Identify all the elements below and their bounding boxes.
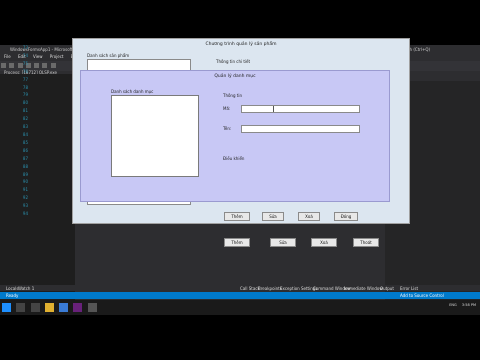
product-info-label: Thông tin chi tiết bbox=[216, 59, 251, 64]
line-number: 79 bbox=[22, 92, 28, 98]
tab-output[interactable]: Output bbox=[380, 286, 394, 291]
line-number: 89 bbox=[22, 171, 28, 177]
tab-exception-settings[interactable]: Exception Settings bbox=[280, 286, 317, 291]
tab-immediate-window[interactable]: Immediate Window bbox=[344, 286, 383, 291]
line-number: 93 bbox=[22, 203, 28, 209]
search-icon[interactable] bbox=[16, 303, 26, 312]
menu-view[interactable]: View bbox=[33, 54, 43, 59]
line-number: 74 bbox=[22, 52, 28, 58]
line-number: 80 bbox=[22, 100, 28, 106]
line-number: 86 bbox=[22, 147, 28, 153]
start-icon[interactable] bbox=[2, 303, 11, 312]
line-number: 77 bbox=[22, 76, 28, 82]
menu-file[interactable]: File bbox=[4, 54, 11, 59]
source-control-button[interactable]: Add to Source Control bbox=[400, 293, 444, 298]
line-number: 85 bbox=[22, 139, 28, 145]
tab-call-stack[interactable]: Call Stack bbox=[240, 286, 260, 291]
line-number: 78 bbox=[22, 84, 28, 90]
delete-category-button[interactable]: Xoá bbox=[298, 212, 320, 221]
line-number: 75 bbox=[22, 60, 28, 66]
text-caret bbox=[273, 106, 274, 112]
id-input[interactable] bbox=[241, 105, 360, 113]
edit-product-button[interactable]: Sửa bbox=[270, 238, 296, 247]
windows-taskbar: ENG 3:58 PM bbox=[0, 300, 480, 315]
status-text: Ready bbox=[6, 293, 19, 298]
line-number: 90 bbox=[22, 179, 28, 185]
line-number: 83 bbox=[22, 124, 28, 130]
delete-product-button[interactable]: Xoá bbox=[311, 238, 337, 247]
name-input[interactable] bbox=[241, 125, 360, 133]
add-category-button[interactable]: Thêm bbox=[224, 212, 250, 221]
bottom-tool-tabs: Locals Watch 1 Call Stack Breakpoints Ex… bbox=[0, 285, 480, 291]
category-list-label: Danh sách danh mục bbox=[111, 89, 154, 94]
line-number: 87 bbox=[22, 155, 28, 161]
line-number: 76 bbox=[22, 68, 28, 74]
line-number: 73 bbox=[22, 45, 28, 50]
redo-icon[interactable] bbox=[34, 63, 40, 68]
name-label: Tên: bbox=[223, 126, 232, 131]
language-indicator[interactable]: ENG bbox=[449, 303, 457, 307]
line-number: 84 bbox=[22, 131, 28, 137]
back-icon[interactable] bbox=[1, 63, 6, 68]
tab-breakpoints[interactable]: Breakpoints bbox=[258, 286, 282, 291]
control-group-label: Điều khiển bbox=[223, 156, 245, 161]
browser-icon[interactable] bbox=[59, 303, 69, 312]
continue-icon[interactable] bbox=[42, 63, 48, 68]
line-number: 91 bbox=[22, 187, 28, 193]
product-list-label: Danh sách sản phẩm bbox=[87, 53, 130, 58]
menu-project[interactable]: Project bbox=[50, 54, 64, 59]
line-number: 82 bbox=[22, 116, 28, 122]
editor-pane bbox=[0, 74, 75, 304]
stop-icon[interactable] bbox=[50, 63, 56, 68]
category-management-dialog: Quản lý danh mục Danh sách danh mục Thôn… bbox=[80, 70, 390, 202]
status-bar: Ready Add to Source Control bbox=[0, 292, 480, 299]
forward-icon[interactable] bbox=[9, 63, 15, 68]
clock[interactable]: 3:58 PM bbox=[462, 303, 476, 307]
close-dialog-button[interactable]: Đóng bbox=[334, 212, 358, 221]
exit-button[interactable]: Thoát bbox=[353, 238, 379, 247]
edit-category-button[interactable]: Sửa bbox=[262, 212, 284, 221]
system-tray: ENG 3:58 PM bbox=[449, 303, 476, 307]
id-label: Mã: bbox=[223, 106, 231, 111]
category-listbox[interactable] bbox=[111, 95, 199, 177]
add-product-button[interactable]: Thêm bbox=[224, 238, 250, 247]
tab-locals[interactable]: Locals bbox=[6, 286, 18, 291]
app-icon[interactable] bbox=[87, 303, 97, 312]
visual-studio-icon[interactable] bbox=[73, 303, 83, 312]
explorer-icon[interactable] bbox=[44, 303, 54, 312]
info-group-label: Thông tin bbox=[223, 93, 242, 98]
line-number: 88 bbox=[22, 163, 28, 169]
task-view-icon[interactable] bbox=[30, 303, 40, 312]
dialog-title: Quản lý danh mục bbox=[214, 74, 256, 79]
tab-error-list[interactable]: Error List bbox=[400, 286, 418, 291]
tab-watch[interactable]: Watch 1 bbox=[18, 286, 34, 291]
line-number: 81 bbox=[22, 108, 28, 114]
line-numbers: 73 74 75 76 77 78 79 80 81 82 83 84 85 86 87 88 89 90 91 92… bbox=[18, 44, 28, 218]
line-number: 92 bbox=[22, 195, 28, 201]
line-number: 94 bbox=[22, 211, 28, 217]
window-title: Chương trình quản lý sản phẩm bbox=[205, 42, 277, 47]
